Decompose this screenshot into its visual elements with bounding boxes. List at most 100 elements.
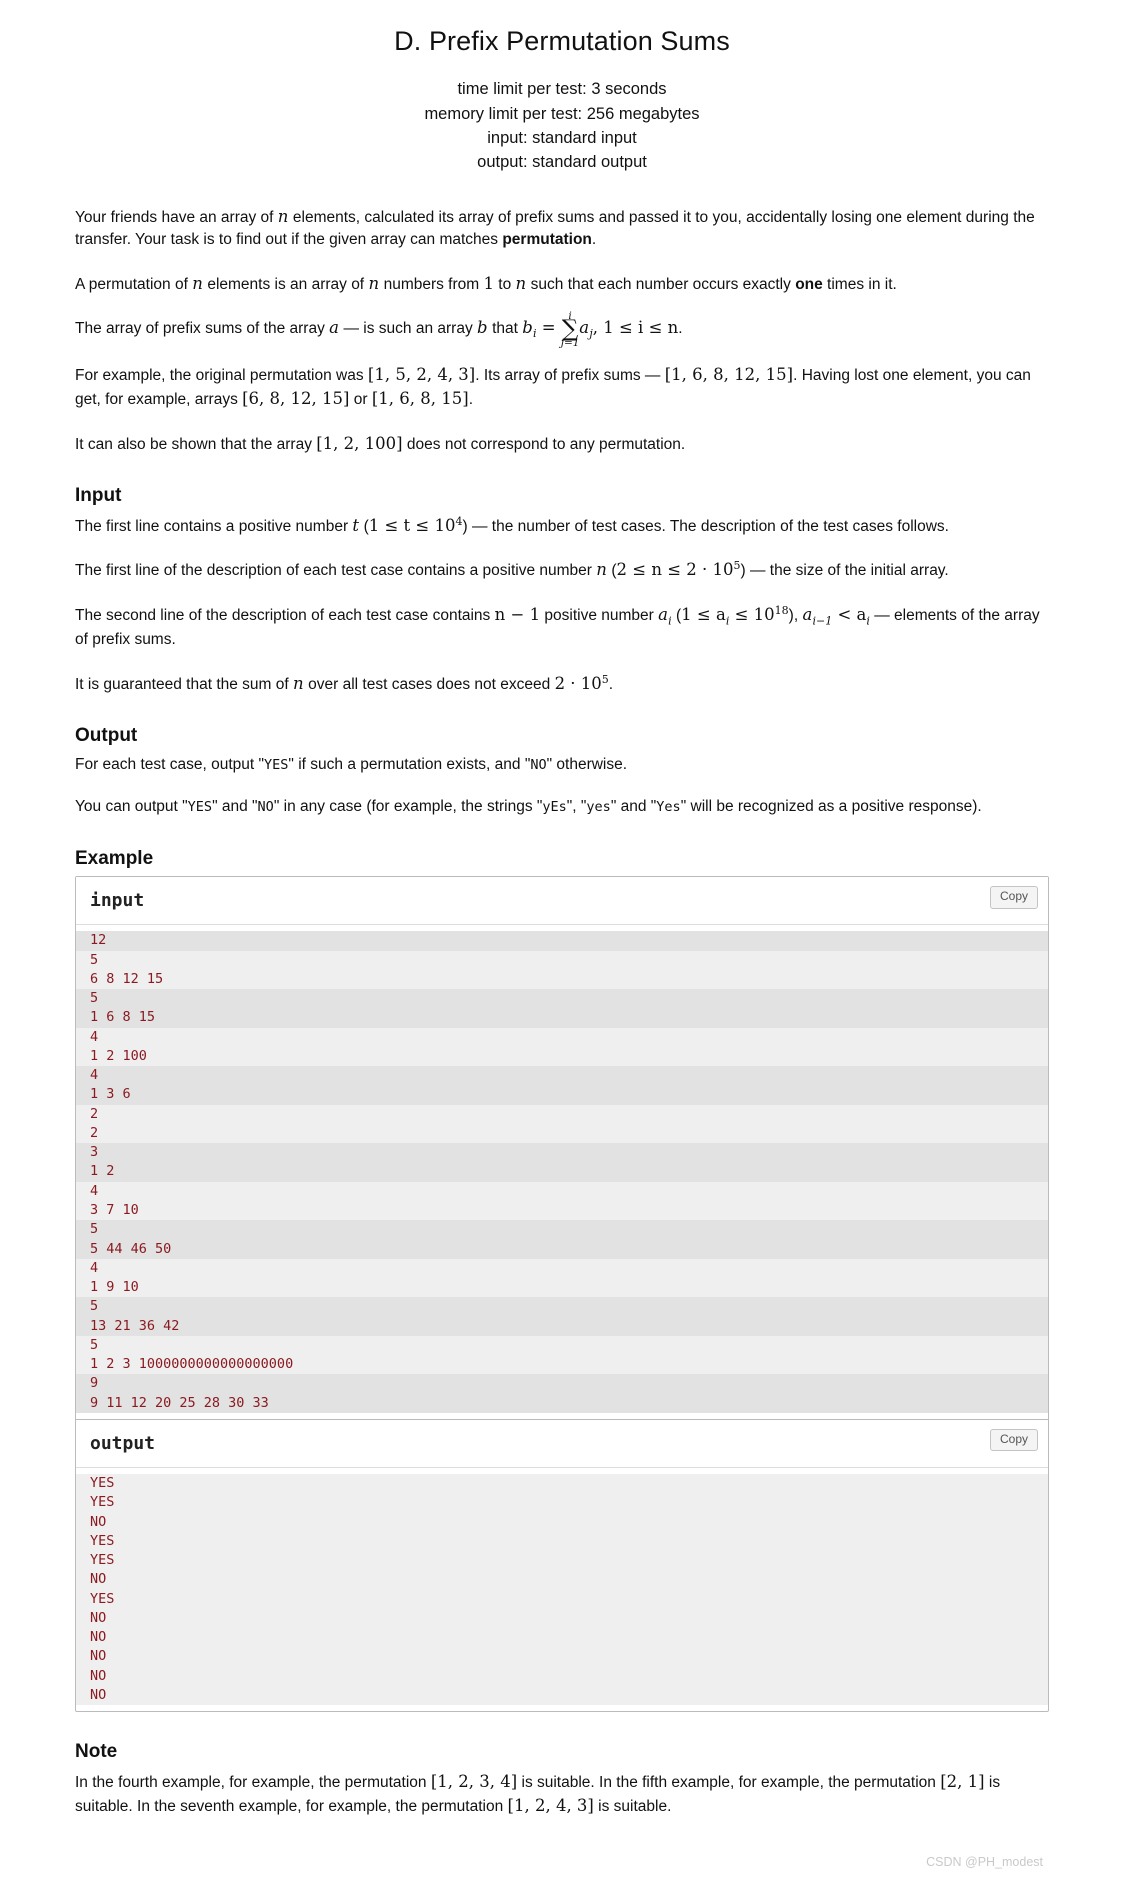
summation-symbol: i ∑ j=1 (561, 310, 580, 349)
math-a-index: a (579, 318, 590, 338)
math-less-than-a: < a (832, 605, 867, 624)
input-section: Input The first line contains a positive… (75, 482, 1049, 696)
text-fragment: Your friends have an array of (75, 208, 278, 226)
input-line: 1 3 6 (76, 1085, 1048, 1105)
text-fragment: . Its array of prefix sums — (475, 366, 665, 384)
text-fragment: ) — the size of the initial array. (740, 562, 949, 580)
text-fragment: positive number (540, 607, 659, 624)
text-fragment: ", " (566, 798, 587, 816)
section-heading-note: Note (75, 1741, 118, 1763)
math-constraint-n: 2 ≤ n ≤ 2 · 10 (616, 560, 734, 580)
note-section: Note In the fourth example, for example,… (75, 1738, 1049, 1818)
math-note-array-2: [2, 1] (940, 1771, 985, 1791)
problem-limits: time limit per test: 3 seconds memory li… (75, 77, 1049, 175)
text-fragment: It can also be shown that the array (75, 435, 317, 453)
input-line: 5 (76, 950, 1048, 970)
input-line: 9 (76, 1374, 1048, 1394)
math-exponent: 4 (455, 514, 463, 528)
input-line: 4 (76, 1181, 1048, 1201)
output-line: NO (76, 1570, 1048, 1590)
code-no: NO (530, 756, 547, 773)
section-heading-input: Input (75, 485, 122, 507)
text-fragment: ( (359, 517, 369, 535)
text-fragment: A permutation of (75, 275, 193, 293)
code-yes-variant-1: yEs (542, 799, 567, 816)
text-fragment: " otherwise. (546, 755, 628, 773)
text-fragment: . (678, 320, 683, 338)
text-fragment: such that each number occurs exactly (526, 275, 796, 293)
output-line: NO (76, 1685, 1048, 1706)
statement-paragraph-4: For example, the original permutation wa… (75, 363, 1049, 412)
text-fragment: " will be recognized as a positive respo… (680, 798, 982, 816)
text-fragment: The array of prefix sums of the array (75, 320, 330, 338)
text-fragment: ( (607, 562, 617, 580)
text-fragment: that (487, 320, 523, 338)
input-spec: input: standard input (487, 128, 637, 147)
copy-output-button[interactable]: Copy (989, 1428, 1038, 1452)
math-n-minus-1: n − 1 (494, 605, 541, 624)
input-block-header: input Copy (76, 877, 1048, 926)
input-line: 4 (76, 1258, 1048, 1279)
math-constraint-t: 1 ≤ t ≤ 10 (368, 515, 456, 535)
math-n: n (192, 273, 204, 293)
problem-header: D. Prefix Permutation Sums time limit pe… (75, 0, 1049, 175)
math-equals: = (536, 318, 561, 338)
bold-permutation: permutation (502, 231, 592, 249)
statement-paragraph-3: The array of prefix sums of the array a … (75, 310, 1049, 349)
text-fragment: " and " (610, 798, 657, 816)
watermark: CSDN @PH_modest (926, 1854, 1043, 1869)
math-n: n (596, 560, 608, 580)
input-line: 2 (76, 1104, 1048, 1124)
code-yes: YES (264, 756, 289, 773)
input-line: 9 11 12 20 25 28 30 33 (76, 1393, 1048, 1413)
text-fragment: The first line of the description of eac… (75, 562, 597, 580)
code-yes-variant-2: yes (586, 799, 611, 816)
text-fragment: does not correspond to any permutation. (402, 435, 686, 453)
text-fragment: It is guaranteed that the sum of (75, 675, 293, 693)
input-line: 1 2 3 1000000000000000000 (76, 1355, 1048, 1375)
text-fragment: elements is an array of (203, 275, 369, 293)
sum-upper-limit: i (568, 310, 572, 323)
output-block-body: YES YES NO YES YES NO YES NO NO NO NO NO (76, 1468, 1048, 1711)
input-line: 3 7 10 (76, 1200, 1048, 1221)
input-line: 5 44 46 50 (76, 1239, 1048, 1259)
input-line-4: It is guaranteed that the sum of n over … (75, 672, 1049, 697)
output-line: NO (76, 1628, 1048, 1648)
text-fragment: . (608, 675, 614, 693)
math-a: a (658, 605, 669, 624)
input-line: 1 6 8 15 (76, 1008, 1048, 1028)
input-line: 1 2 100 (76, 1046, 1048, 1067)
text-fragment: . (468, 391, 474, 409)
output-line-1: For each test case, output "YES" if such… (75, 754, 1049, 776)
output-line: NO (76, 1512, 1048, 1532)
text-fragment: " in any case (for example, the strings … (273, 798, 543, 816)
code-no: NO (257, 799, 274, 816)
input-line: 1 2 (76, 1162, 1048, 1182)
text-fragment: " and " (212, 798, 258, 816)
text-fragment: In the fourth example, for example, the … (75, 1773, 431, 1791)
output-line: YES (76, 1589, 1048, 1609)
input-line: 5 (76, 1335, 1048, 1356)
text-fragment: The first line contains a positive numbe… (75, 517, 353, 535)
math-b-index: b (522, 318, 533, 338)
bold-one: one (795, 275, 823, 293)
output-line: YES (76, 1473, 1048, 1494)
text-fragment: " if such a permutation exists, and " (288, 755, 531, 773)
math-constraint-ai-upper: ≤ 10 (729, 605, 775, 624)
copy-input-button[interactable]: Copy (989, 886, 1038, 909)
input-line: 12 (76, 931, 1048, 951)
example-section: Example input Copy 12 5 6 8 12 15 5 1 6 8 15… (75, 845, 1049, 1713)
section-heading-output: Output (75, 725, 138, 747)
text-fragment: — is such an array (339, 320, 477, 338)
math-n: n (277, 206, 289, 226)
math-exponent: 5 (733, 559, 741, 573)
input-line: 4 (76, 1027, 1048, 1047)
output-line: NO (76, 1608, 1048, 1629)
output-section: Output For each test case, output "YES" … (75, 722, 1049, 818)
math-sum-bound: 2 · 10 (554, 673, 602, 693)
output-line: NO (76, 1647, 1048, 1667)
math-a: a (329, 318, 340, 338)
math-b: b (477, 318, 488, 338)
input-line: 3 (76, 1143, 1048, 1163)
text-fragment: ) — the number of test cases. The descri… (462, 517, 949, 535)
